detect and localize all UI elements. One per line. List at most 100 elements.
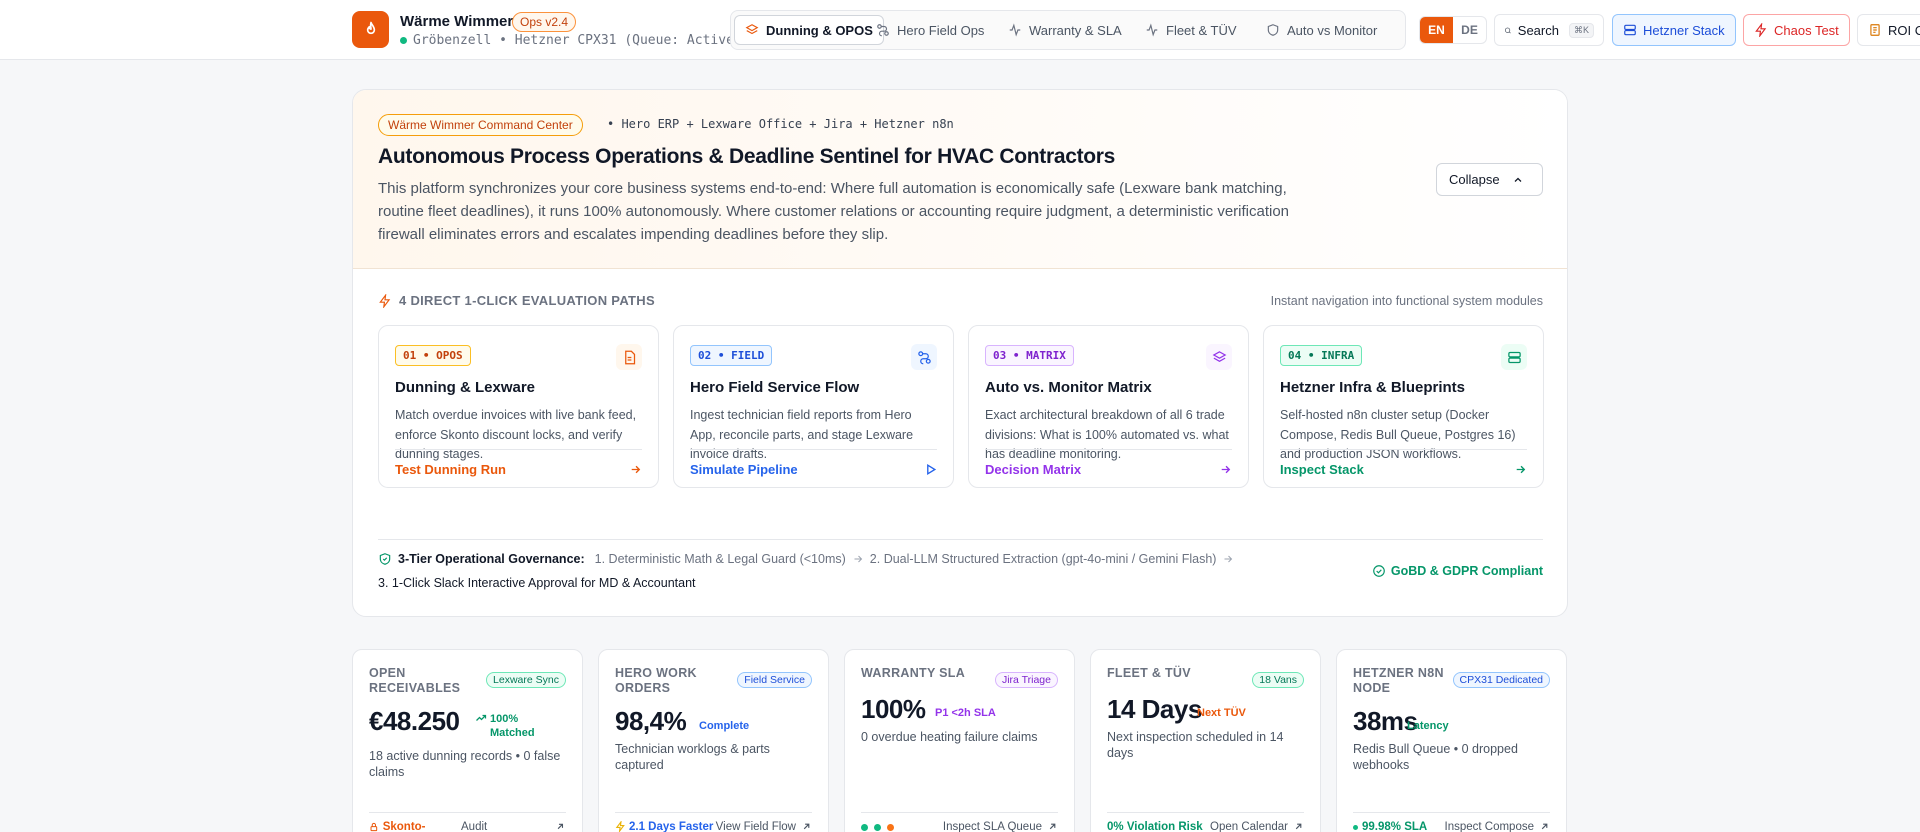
tab-label: Warranty & SLA bbox=[1029, 22, 1122, 38]
path-title: Hero Field Service Flow bbox=[690, 379, 860, 396]
route-icon bbox=[877, 24, 889, 37]
kpi-footer-status-text: Skonto-Lock bbox=[382, 821, 426, 832]
compliance-text: GoBD & GDPR Compliant bbox=[1390, 564, 1543, 578]
path-card-dunning[interactable]: 01 • OPOS Dunning & Lexware Match overdu… bbox=[378, 325, 659, 488]
kpi-footer-status: 2.1 Days Faster bbox=[615, 821, 713, 832]
kpi-footer-status: Skonto-Lock bbox=[369, 821, 439, 832]
kpi-footer: Inspect SLA Queue bbox=[861, 821, 1058, 832]
status-dot bbox=[887, 824, 894, 831]
status-dot bbox=[400, 37, 407, 44]
governance-label: 3-Tier Operational Governance: bbox=[398, 552, 585, 566]
tab-dunning-opos[interactable]: Dunning & OPOS bbox=[734, 15, 884, 45]
tech-stack-line: • Hero ERP + Lexware Office + Jira + Het… bbox=[607, 117, 954, 131]
chaos-test-button[interactable]: Chaos Test bbox=[1743, 14, 1850, 46]
kpi-footer-link[interactable]: View Field Flow bbox=[716, 821, 812, 832]
arrow-right-icon bbox=[1224, 555, 1233, 563]
zap-icon bbox=[379, 293, 391, 308]
paths-note: Instant navigation into functional syste… bbox=[1270, 294, 1543, 308]
kpi-footer-link[interactable]: Inspect Compose bbox=[1445, 821, 1551, 832]
kpi-footer: Skonto-Lock Audit Receivables bbox=[369, 821, 566, 832]
kpi-footer-link-text: Audit Receivables bbox=[461, 821, 488, 832]
sla-indicator-dots bbox=[861, 821, 894, 831]
kpi-value: 100% bbox=[861, 694, 926, 724]
kpi-footer-link-text: View Field Flow bbox=[715, 821, 796, 832]
brand-name: Wärme Wimmer bbox=[400, 13, 514, 30]
shield-icon bbox=[1267, 24, 1279, 36]
tab-warranty-sla[interactable]: Warranty & SLA bbox=[998, 15, 1132, 45]
collapse-button[interactable]: Collapse bbox=[1436, 163, 1543, 196]
tab-hero-field-ops[interactable]: Hero Field Ops bbox=[866, 15, 994, 45]
zap-icon bbox=[1755, 23, 1767, 37]
kpi-description: 18 active dunning records • 0 false clai… bbox=[369, 749, 561, 779]
kpi-footer: 0% Violation Risk Open Calendar bbox=[1107, 821, 1304, 832]
status-dot bbox=[874, 824, 881, 831]
kpi-footer: 2.1 Days Faster View Field Flow bbox=[615, 821, 812, 832]
kpi-label: HERO WORK ORDERS bbox=[615, 666, 697, 695]
server-icon bbox=[1624, 24, 1636, 36]
arrow-up-right-icon bbox=[558, 823, 564, 830]
layers-icon bbox=[1206, 344, 1232, 370]
search-icon bbox=[1504, 27, 1511, 33]
path-action-label: Inspect Stack bbox=[1280, 462, 1364, 477]
path-action-label: Simulate Pipeline bbox=[690, 462, 798, 477]
kpi-footer-status: 99.98% SLA bbox=[1353, 821, 1427, 832]
kpi-value: 98,4% bbox=[615, 706, 687, 736]
search-shortcut: ⌘K bbox=[1568, 22, 1594, 38]
kpi-value: €48.250 bbox=[369, 706, 460, 736]
roi-label: ROI C bbox=[1888, 22, 1920, 38]
path-title: Hetzner Infra & Blueprints bbox=[1280, 379, 1466, 396]
kpi-footer: 99.98% SLA Inspect Compose bbox=[1353, 821, 1550, 832]
tab-auto-vs-monitor[interactable]: Auto vs Monitor bbox=[1256, 15, 1387, 45]
path-action[interactable]: Test Dunning Run bbox=[395, 449, 642, 489]
path-card-infra[interactable]: 04 • INFRA Hetzner Infra & Blueprints Se… bbox=[1263, 325, 1544, 488]
top-bar: Wärme Wimmer Ops v2.4 Gröbenzell • Hetzn… bbox=[0, 0, 1920, 60]
paths-heading: 4 DIRECT 1-CLICK EVALUATION PATHS bbox=[378, 293, 655, 308]
kpi-footer-link[interactable]: Audit Receivables bbox=[461, 821, 566, 832]
search-label: Search bbox=[1517, 22, 1559, 38]
kpi-badge: Field Service bbox=[737, 672, 812, 688]
check-circle-icon bbox=[1373, 565, 1385, 577]
kpi-card-receivables: OPEN RECEIVABLES Lexware Sync €48.250 10… bbox=[352, 649, 583, 832]
divider bbox=[861, 812, 1058, 813]
path-card-matrix[interactable]: 03 • MATRIX Auto vs. Monitor Matrix Exac… bbox=[968, 325, 1249, 488]
kpi-footer-status-text: 2.1 Days Faster bbox=[629, 821, 714, 832]
command-center-card: Wärme Wimmer Command Center • Hero ERP +… bbox=[352, 89, 1568, 617]
status-text: Gröbenzell • Hetzner CPX31 (Queue: Activ… bbox=[413, 33, 742, 48]
file-icon bbox=[616, 344, 642, 370]
path-action[interactable]: Inspect Stack bbox=[1280, 449, 1527, 489]
path-action-label: Decision Matrix bbox=[985, 462, 1082, 477]
divider bbox=[1107, 812, 1304, 813]
stack-icon bbox=[745, 24, 759, 35]
kpi-footer-link-text: Inspect Compose bbox=[1444, 821, 1535, 832]
arrow-right-icon bbox=[631, 465, 641, 474]
kpi-card-work-orders: HERO WORK ORDERS Field Service 98,4% Com… bbox=[598, 649, 829, 832]
search-button[interactable]: Search ⌘K bbox=[1494, 14, 1604, 46]
tab-label: Dunning & OPOS bbox=[766, 22, 873, 38]
hero-description: This platform synchronizes your core bus… bbox=[378, 180, 1290, 243]
kpi-label: FLEET & TÜV bbox=[1107, 666, 1191, 680]
tab-label: Auto vs Monitor bbox=[1287, 22, 1378, 38]
kpi-card-fleet-tuv: FLEET & TÜV 18 Vans 14 Days Next TÜV Nex… bbox=[1090, 649, 1321, 832]
tab-fleet-tuv[interactable]: Fleet & TÜV bbox=[1135, 15, 1247, 45]
kpi-footer-link[interactable]: Open Calendar bbox=[1210, 821, 1304, 832]
kpi-badge: Jira Triage bbox=[994, 672, 1058, 688]
roi-button[interactable]: ROI C bbox=[1857, 14, 1920, 46]
path-card-field[interactable]: 02 • FIELD Hero Field Service Flow Inges… bbox=[673, 325, 954, 488]
flame-logo-icon[interactable] bbox=[352, 11, 389, 48]
play-icon bbox=[927, 463, 937, 476]
lang-en-button[interactable]: EN bbox=[1420, 17, 1453, 43]
tab-label: Hero Field Ops bbox=[897, 22, 985, 38]
kpi-badge: CPX31 Dedicated bbox=[1452, 672, 1550, 688]
kpi-sub: Complete bbox=[699, 720, 750, 732]
kpi-badge: 18 Vans bbox=[1252, 672, 1304, 688]
hetzner-stack-button[interactable]: Hetzner Stack bbox=[1612, 14, 1736, 46]
kpi-label: WARRANTY SLA bbox=[861, 666, 966, 680]
path-title: Auto vs. Monitor Matrix bbox=[985, 379, 1152, 396]
governance-tier-3: 3. 1-Click Slack Interactive Approval fo… bbox=[378, 576, 696, 590]
kpi-footer-link[interactable]: Inspect SLA Queue bbox=[943, 821, 1058, 832]
lang-de-button[interactable]: DE bbox=[1453, 17, 1486, 43]
path-action[interactable]: Decision Matrix bbox=[985, 449, 1232, 489]
path-action[interactable]: Simulate Pipeline bbox=[690, 449, 937, 489]
compliance-badge: GoBD & GDPR Compliant bbox=[1372, 564, 1543, 578]
collapse-label: Collapse bbox=[1449, 172, 1500, 187]
